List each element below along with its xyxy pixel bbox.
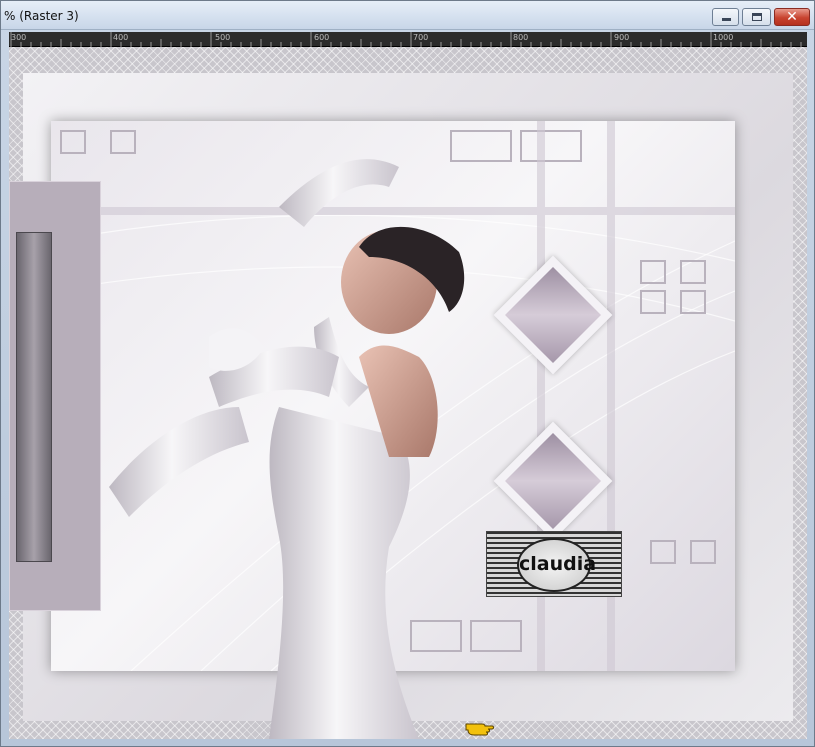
left-accent-inset (16, 232, 52, 562)
image-canvas[interactable]: claudia (9, 47, 807, 739)
watermark-seal: claudia (517, 538, 597, 592)
ruler-label: 900 (614, 33, 630, 42)
ruler-label: 700 (413, 33, 429, 42)
ruler-label: 800 (513, 33, 529, 42)
maximize-button[interactable] (742, 8, 771, 26)
app-window: % (Raster 3) ✕ 300 400 500 600 700 800 9… (0, 0, 815, 747)
minimize-icon (722, 18, 731, 21)
close-button[interactable]: ✕ (774, 8, 810, 26)
title-bar[interactable]: % (Raster 3) ✕ (1, 1, 814, 30)
ruler-label: 300 (11, 33, 27, 42)
maximize-icon (752, 13, 762, 21)
left-accent-panel (9, 181, 101, 611)
ruler-label: 1000 (713, 33, 734, 42)
watermark-stamp: claudia (486, 531, 622, 597)
ruler-ticks (10, 32, 802, 47)
woman-figure-tube (109, 159, 465, 739)
ruler-label: 400 (113, 33, 129, 42)
close-icon: ✕ (786, 9, 798, 25)
window-title: % (Raster 3) (4, 9, 79, 23)
ruler-label: 500 (215, 33, 231, 42)
watermark-text: claudia (519, 553, 597, 575)
horizontal-ruler: 300 400 500 600 700 800 900 1000 (9, 32, 807, 47)
ruler-label: 600 (314, 33, 330, 42)
minimize-button[interactable] (712, 8, 739, 26)
pointing-hand-cursor-icon (465, 723, 494, 736)
